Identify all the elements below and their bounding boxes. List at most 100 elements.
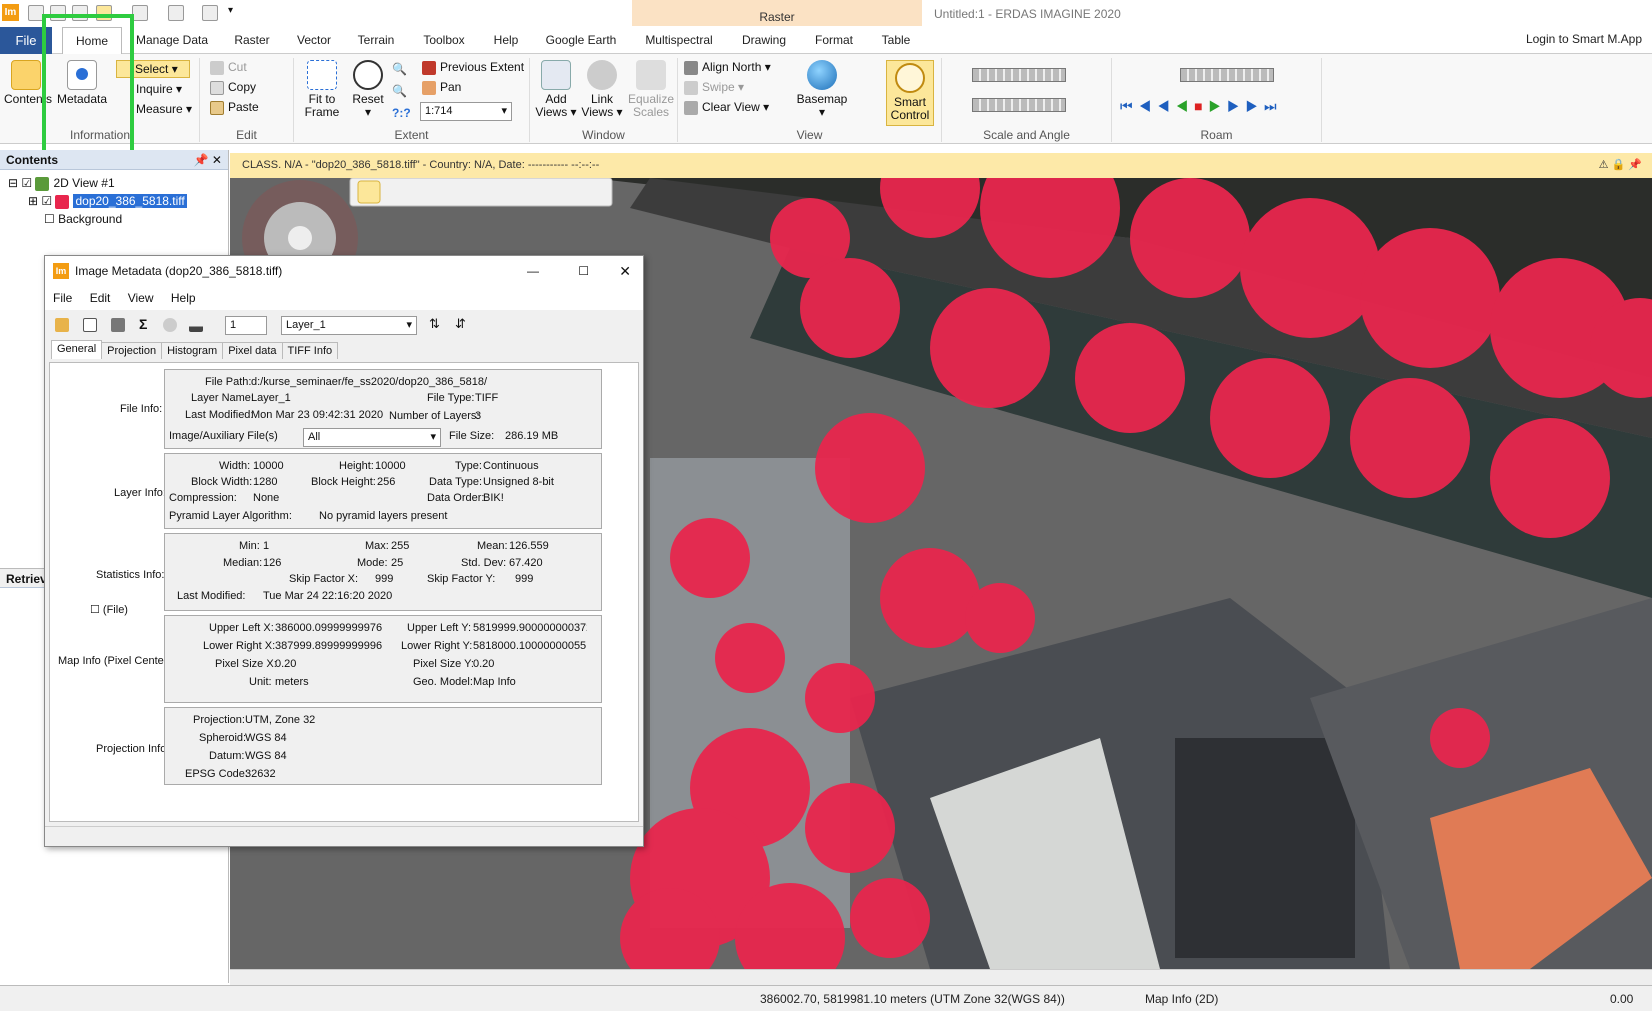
tab-google-earth[interactable]: Google Earth [540,27,622,54]
basemap-button[interactable]: Basemap ▾ [796,60,848,119]
scale-slider[interactable] [972,68,1066,82]
view-small-tools[interactable] [850,60,886,120]
tab-pixel-data[interactable]: Pixel data [222,342,283,359]
fit-to-frame-button[interactable]: Fit to Frame [300,60,344,119]
minimize-icon[interactable]: — [527,256,539,286]
panel-close-icon[interactable]: 📌 ✕ [194,150,228,170]
add-views-label-2: Views [535,105,568,119]
edit-side-icons[interactable] [270,60,284,116]
printer-icon[interactable] [111,318,125,332]
data-type-label: Data Type: [429,476,482,488]
menu-view[interactable]: View [128,291,154,305]
clear-view-label: Clear View [702,100,760,114]
pixel-size-x-value: 0.20 [275,658,297,670]
swipe-icon [684,80,698,95]
tab-multispectral[interactable]: Multispectral [636,27,722,54]
cut-button[interactable]: Cut [210,60,247,75]
tab-tiff-info[interactable]: TIFF Info [281,342,339,359]
pan-button[interactable]: Pan [422,80,461,95]
copy-label: Copy [228,80,257,94]
copy-icon [210,80,224,95]
align-north-button[interactable]: Align North ▾ [684,60,771,75]
reset-button[interactable]: Reset ▾ [348,60,388,119]
min-label: Min: [239,540,260,552]
projection-value: UTM, Zone 32 [245,714,316,726]
zoom-out-small-icon[interactable]: 🔍 [392,84,412,100]
menu-edit[interactable]: Edit [90,291,111,305]
customize-dropdown-icon[interactable]: ▾ [228,5,244,21]
add-views-button[interactable]: Add Views ▾ [534,60,578,119]
unit-value: meters [275,676,309,688]
pan-icon[interactable] [202,5,218,21]
sort-up-icon[interactable]: ⇅ [429,316,440,332]
tab-raster[interactable]: Raster [226,27,278,54]
tab-histogram[interactable]: Histogram [161,342,224,359]
lower-right-y-value: 5818000.10000000055 [473,640,587,652]
open-folder-icon[interactable] [55,318,69,332]
zoom-in-small-icon[interactable]: 🔍 [392,62,412,78]
clear-view-button[interactable]: Clear View ▾ [684,100,769,115]
aux-files-value: All [308,431,321,443]
zoom-unknown-button[interactable]: ?:? [392,106,411,120]
new-document-icon[interactable] [83,318,97,332]
projection-info-heading: Projection Info: [96,743,170,755]
previous-extent-icon [422,60,436,75]
type-label: Type: [455,460,482,472]
tree-background[interactable]: ☐ Background [8,210,228,228]
north-arrow-icon [684,60,698,75]
smart-control-button[interactable]: Smart Control [886,60,934,126]
maximize-icon[interactable]: ☐ [578,256,589,286]
link-chain-icon [587,60,617,90]
roam-slider[interactable] [1180,68,1274,82]
spheroid-label: Spheroid: [199,732,247,744]
close-icon[interactable]: ✕ [619,256,631,286]
tab-manage-data[interactable]: Manage Data [130,27,214,54]
zoom-in-icon[interactable] [132,5,148,21]
smart-control-icon [895,63,925,93]
sigma-icon[interactable]: Σ [139,316,147,332]
tree-2d-view[interactable]: ⊟ ☑ 2D View #1 [8,174,228,192]
roam-controls[interactable]: ⏮◀◀◀■▶▶▶⏭ [1120,98,1310,114]
pan-label: Pan [440,80,462,94]
paste-button[interactable]: Paste [210,100,259,115]
equalize-scales-button[interactable]: Equalize Scales [626,60,676,119]
settings-gear-icon[interactable] [163,318,177,332]
tab-vector[interactable]: Vector [288,27,340,54]
scale-dropdown[interactable]: 1:714 ▾ [420,102,512,121]
aux-files-dropdown[interactable]: All ▾ [303,428,441,447]
link-views-button[interactable]: Link Views ▾ [580,60,624,119]
previous-extent-button[interactable]: Previous Extent [422,60,524,75]
dialog-tabs: General Projection Histogram Pixel data TIFF… [51,340,339,362]
menu-help[interactable]: Help [171,291,196,305]
status-bar: 386002.70, 5819981.10 meters (UTM Zone 3… [0,985,1652,1011]
tab-format[interactable]: Format [806,27,862,54]
angle-slider[interactable] [972,98,1066,112]
login-link[interactable]: Login to Smart M.App [1526,32,1642,46]
tab-drawing[interactable]: Drawing [734,27,794,54]
swipe-button[interactable]: Swipe ▾ [684,80,744,95]
smart-control-label-1: Smart [893,95,926,109]
histogram-icon[interactable] [189,318,203,332]
zoom-out-icon[interactable] [168,5,184,21]
file-checkbox[interactable]: ☐ (File) [90,603,128,616]
select-label: Select [135,62,169,76]
upper-left-x-value: 386000.09999999976 [275,622,383,634]
info-bar-icons[interactable]: ⚠ 🔒 📌 [1599,153,1652,178]
copy-button[interactable]: Copy [210,80,256,95]
file-checkbox-label: (File) [102,604,128,616]
median-value: 126 [263,557,282,569]
menu-file[interactable]: File [53,291,72,305]
file-info-heading: File Info: [120,403,163,415]
tab-toolbox[interactable]: Toolbox [414,27,474,54]
sort-down-icon[interactable]: ⇵ [455,316,466,332]
tab-help[interactable]: Help [484,27,528,54]
std-dev-value: 67.420 [509,557,543,569]
tab-terrain[interactable]: Terrain [350,27,402,54]
layer-select-dropdown[interactable]: Layer_1 ▾ [281,316,417,335]
tree-layer[interactable]: ⊞ ☑ dop20_386_5818.tiff [8,192,228,210]
tab-table[interactable]: Table [872,27,920,54]
tab-general[interactable]: General [51,340,103,359]
map-horizontal-scrollbar[interactable] [230,969,1652,985]
tab-projection[interactable]: Projection [101,342,163,359]
layer-number-spinner[interactable]: 1 [225,316,267,335]
